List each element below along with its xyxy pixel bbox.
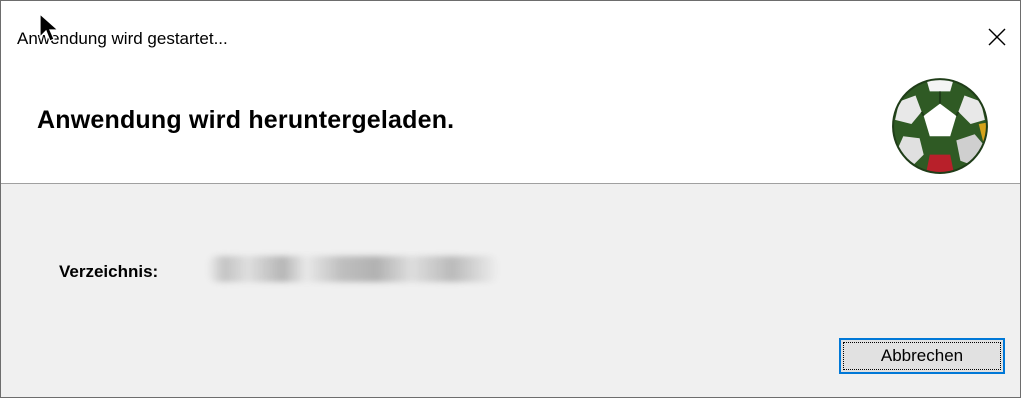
dialog-body: Verzeichnis: Abbrechen [1, 184, 1020, 397]
directory-label: Verzeichnis: [59, 262, 159, 281]
directory-value-redacted [207, 256, 499, 282]
title-bar: Anwendung wird gestartet... [1, 1, 1020, 79]
mouse-cursor-icon [39, 13, 59, 42]
launch-dialog: Anwendung wird gestartet... Anwendung wi… [0, 0, 1021, 398]
cancel-button-label: Abbrechen [880, 346, 964, 365]
close-button[interactable] [974, 19, 1020, 55]
cancel-button[interactable]: Abbrechen [839, 338, 1005, 374]
close-icon [988, 28, 1006, 46]
dialog-heading: Anwendung wird heruntergeladen. [37, 106, 455, 134]
dialog-header: Anwendung wird heruntergeladen. [1, 78, 1020, 184]
soccer-ball-icon [892, 78, 988, 174]
